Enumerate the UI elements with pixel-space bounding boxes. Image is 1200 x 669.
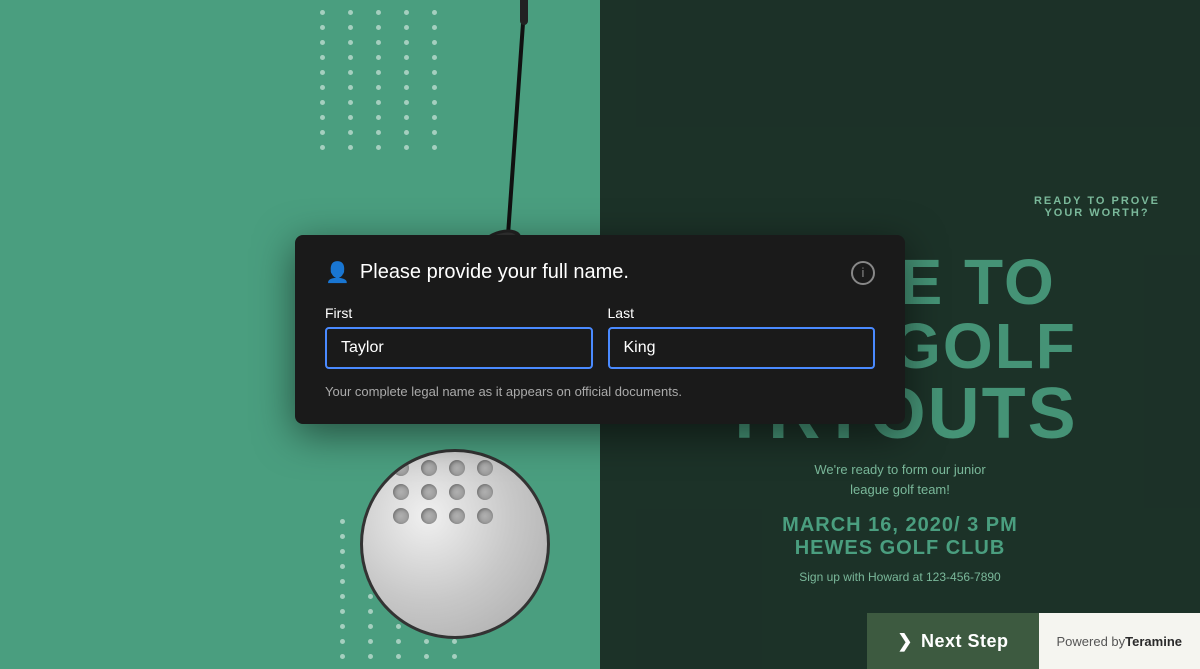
modal-title-area: 👤 Please provide your full name. [325, 260, 629, 285]
last-name-group: Last [608, 305, 876, 369]
form-hint: Your complete legal name as it appears o… [325, 384, 875, 399]
event-date: MARCH 16, 2020/ 3 PM [782, 514, 1018, 537]
first-name-label: First [325, 305, 593, 321]
name-modal: 👤 Please provide your full name. i First… [295, 235, 905, 424]
signup-info: Sign up with Howard at 123-456-7890 [799, 570, 1000, 584]
golf-club-illustration [470, 0, 550, 265]
first-name-group: First [325, 305, 593, 369]
dots-top-grid [310, 0, 460, 160]
powered-by-text: Powered by [1057, 634, 1126, 649]
last-name-label: Last [608, 305, 876, 321]
bottom-bar: ❯ Next Step Powered by Teramine [867, 613, 1200, 669]
event-venue: HEWES GOLF CLUB [795, 537, 1006, 560]
info-icon[interactable]: i [851, 261, 875, 285]
next-step-button[interactable]: ❯ Next Step [867, 613, 1038, 669]
ready-tagline: READY TO PROVE YOUR WORTH? [1034, 195, 1160, 219]
modal-title: Please provide your full name. [360, 261, 629, 284]
modal-header: 👤 Please provide your full name. i [325, 260, 875, 285]
teramine-brand: Teramine [1125, 634, 1182, 649]
next-step-label: Next Step [921, 631, 1009, 652]
sub-text: We're ready to form our juniorleague gol… [814, 460, 985, 499]
first-name-input[interactable] [325, 327, 593, 369]
last-name-input[interactable] [608, 327, 876, 369]
powered-by-badge: Powered by Teramine [1039, 613, 1200, 669]
arrow-icon: ❯ [897, 631, 913, 652]
golf-ball-illustration [360, 449, 550, 639]
person-icon: 👤 [325, 260, 350, 285]
name-form-row: First Last [325, 305, 875, 369]
